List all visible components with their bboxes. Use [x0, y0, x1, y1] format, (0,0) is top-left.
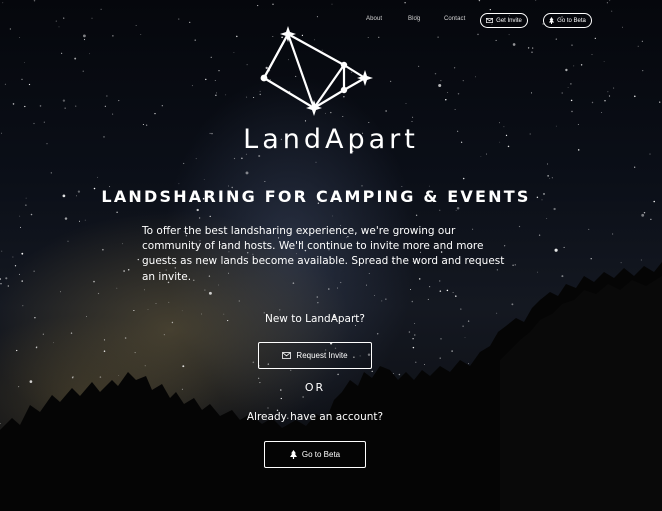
request-invite-label: Request Invite: [296, 351, 348, 360]
hero-tagline: LANDSHARING FOR CAMPING & EVENTS: [101, 187, 531, 206]
get-invite-label: Get Invite: [496, 17, 522, 24]
get-invite-nav-button[interactable]: Get Invite: [480, 13, 528, 28]
go-to-beta-label: Go to Beta: [301, 450, 341, 459]
envelope-icon: [282, 352, 292, 359]
request-invite-button[interactable]: Request Invite: [258, 342, 372, 369]
new-user-prompt: New to LandApart?: [264, 313, 365, 325]
go-to-beta-nav-button[interactable]: Go to Beta: [543, 13, 592, 28]
tree-icon: [289, 450, 297, 459]
tree-icon: [549, 17, 555, 24]
brand-wordmark[interactable]: LandApart: [0, 122, 662, 158]
constellation-tent-icon[interactable]: [255, 24, 375, 118]
or-divider: OR: [304, 381, 326, 394]
nav-link-blog[interactable]: Blog: [408, 16, 420, 22]
hero-intro-text: To offer the best landsharing experience…: [142, 225, 505, 283]
go-to-beta-button[interactable]: Go to Beta: [264, 441, 366, 468]
existing-account-prompt: Already have an account?: [246, 411, 384, 423]
nav-link-contact[interactable]: Contact: [444, 16, 465, 22]
go-to-beta-nav-label: Go to Beta: [557, 17, 586, 24]
nav-link-about[interactable]: About: [366, 16, 382, 22]
envelope-icon: [486, 18, 494, 23]
